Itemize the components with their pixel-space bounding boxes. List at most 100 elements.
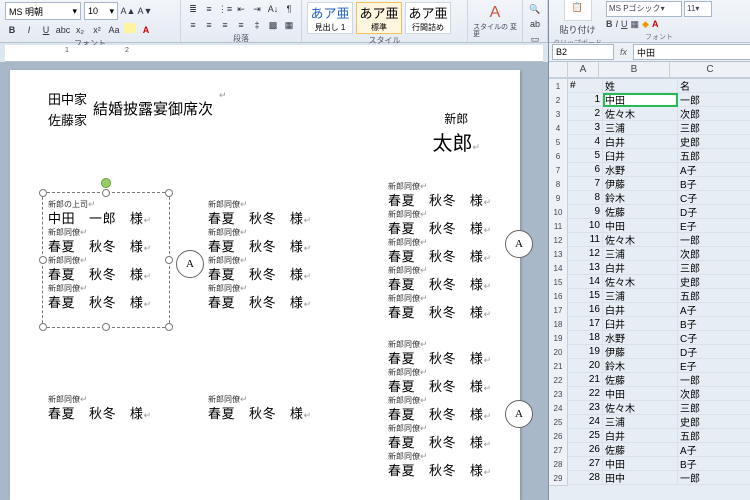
cell[interactable]: 三郎 bbox=[678, 261, 750, 275]
grow-font-icon[interactable]: A▲ bbox=[121, 4, 135, 18]
cell[interactable]: 伊藤 bbox=[603, 345, 678, 359]
cell[interactable]: 中田 bbox=[603, 93, 678, 107]
cell[interactable]: C子 bbox=[678, 191, 750, 205]
cell[interactable]: E子 bbox=[678, 219, 750, 233]
cell[interactable]: B子 bbox=[678, 457, 750, 471]
bold-button[interactable]: B bbox=[5, 23, 19, 37]
row-header[interactable]: 19 bbox=[549, 331, 568, 346]
cell[interactable]: 伊藤 bbox=[603, 177, 678, 191]
cell[interactable]: 次郎 bbox=[678, 387, 750, 401]
cell[interactable]: 18 bbox=[568, 331, 603, 345]
cell[interactable]: 12 bbox=[568, 247, 603, 261]
seating-table-3[interactable]: 新郎同僚↵春夏 秋冬 様↵新郎同僚↵春夏 秋冬 様↵新郎同僚↵春夏 秋冬 様↵新… bbox=[388, 182, 518, 322]
cell[interactable]: 7 bbox=[568, 177, 603, 191]
paste-button[interactable]: 📋 bbox=[564, 0, 592, 21]
cell[interactable]: 臼井 bbox=[603, 317, 678, 331]
underline-button[interactable]: U bbox=[39, 23, 53, 37]
row-header[interactable]: 5 bbox=[549, 135, 568, 150]
row-header[interactable]: 29 bbox=[549, 471, 568, 486]
indent-dec-icon[interactable]: ⇤ bbox=[234, 2, 248, 16]
style-heading1[interactable]: あア亜見出し 1 bbox=[307, 2, 353, 34]
cell[interactable]: 28 bbox=[568, 471, 603, 485]
row-header[interactable]: 3 bbox=[549, 107, 568, 122]
word-ruler[interactable]: 1 2 bbox=[5, 45, 543, 62]
cell[interactable]: 11 bbox=[568, 233, 603, 247]
excel-border-button[interactable]: ▦ bbox=[631, 19, 640, 30]
cell[interactable]: 鈴木 bbox=[603, 359, 678, 373]
row-header[interactable]: 11 bbox=[549, 219, 568, 234]
word-document[interactable]: 田中家 佐藤家 結婚披露宴御席次 ↵ 新郎 太郎↵ 新郎の上司↵中田 一郎 様↵… bbox=[10, 70, 520, 500]
col-header-c[interactable]: C bbox=[670, 62, 750, 78]
row-header[interactable]: 18 bbox=[549, 317, 568, 332]
row-header[interactable]: 2 bbox=[549, 93, 568, 108]
cell[interactable]: 白井 bbox=[603, 135, 678, 149]
cell[interactable]: 24 bbox=[568, 415, 603, 429]
cell[interactable]: 佐藤 bbox=[603, 205, 678, 219]
cell[interactable]: 三浦 bbox=[603, 247, 678, 261]
cell[interactable]: 10 bbox=[568, 219, 603, 233]
numbering-icon[interactable]: ≡ bbox=[202, 2, 216, 16]
line-spacing-icon[interactable]: ‡ bbox=[250, 18, 264, 32]
col-header-b[interactable]: B bbox=[599, 62, 670, 78]
cell[interactable]: 1 bbox=[568, 93, 603, 107]
cell[interactable]: 20 bbox=[568, 359, 603, 373]
row-header[interactable]: 16 bbox=[549, 289, 568, 304]
strike-button[interactable]: abc bbox=[56, 23, 70, 37]
cell[interactable]: 13 bbox=[568, 261, 603, 275]
cell[interactable]: A子 bbox=[678, 163, 750, 177]
cell[interactable]: 中田 bbox=[603, 387, 678, 401]
font-size-select[interactable]: 10▾ bbox=[84, 2, 118, 20]
cell[interactable]: 佐々木 bbox=[603, 233, 678, 247]
cell[interactable]: 26 bbox=[568, 443, 603, 457]
col-header-a[interactable]: A bbox=[568, 62, 599, 78]
name-box[interactable]: B2 bbox=[552, 44, 614, 60]
row-header[interactable]: 1 bbox=[549, 79, 568, 94]
find-icon[interactable]: 🔍 bbox=[528, 2, 542, 16]
word-page-area[interactable]: 田中家 佐藤家 結婚披露宴御席次 ↵ 新郎 太郎↵ 新郎の上司↵中田 一郎 様↵… bbox=[0, 62, 548, 500]
excel-underline-button[interactable]: U bbox=[621, 19, 628, 30]
cell[interactable]: 名 bbox=[678, 79, 750, 93]
cell[interactable]: 中田 bbox=[603, 457, 678, 471]
fx-icon[interactable]: fx bbox=[620, 47, 627, 57]
multilevel-icon[interactable]: ⋮≡ bbox=[218, 2, 232, 16]
cell[interactable]: 一郎 bbox=[678, 471, 750, 485]
cell[interactable]: C子 bbox=[678, 331, 750, 345]
row-header[interactable]: 27 bbox=[549, 443, 568, 458]
cell[interactable]: 14 bbox=[568, 275, 603, 289]
cell[interactable]: 白井 bbox=[603, 303, 678, 317]
cell[interactable]: A子 bbox=[678, 443, 750, 457]
row-header[interactable]: 9 bbox=[549, 191, 568, 206]
cell[interactable]: 五郎 bbox=[678, 289, 750, 303]
row-header[interactable]: 7 bbox=[549, 163, 568, 178]
row-header[interactable]: 15 bbox=[549, 275, 568, 290]
cell[interactable]: 6 bbox=[568, 163, 603, 177]
cell[interactable]: 一郎 bbox=[678, 93, 750, 107]
indent-inc-icon[interactable]: ⇥ bbox=[250, 2, 264, 16]
subscript-button[interactable]: x₂ bbox=[73, 23, 87, 37]
row-header[interactable]: 20 bbox=[549, 345, 568, 360]
seating-table-2[interactable]: 新郎同僚↵春夏 秋冬 様↵新郎同僚↵春夏 秋冬 様↵新郎同僚↵春夏 秋冬 様↵新… bbox=[208, 200, 338, 312]
cell[interactable]: 白井 bbox=[603, 261, 678, 275]
highlight-button[interactable] bbox=[124, 23, 136, 33]
row-header[interactable]: 4 bbox=[549, 121, 568, 136]
cell[interactable]: B子 bbox=[678, 317, 750, 331]
rotate-handle-icon[interactable] bbox=[101, 178, 111, 188]
italic-button[interactable]: I bbox=[22, 23, 36, 37]
seating-table-5[interactable]: 新郎同僚↵春夏 秋冬 様↵ bbox=[48, 395, 178, 423]
superscript-button[interactable]: x² bbox=[90, 23, 104, 37]
cell[interactable]: 史郎 bbox=[678, 275, 750, 289]
cell[interactable]: 16 bbox=[568, 303, 603, 317]
cell[interactable]: 8 bbox=[568, 191, 603, 205]
align-right-icon[interactable]: ≡ bbox=[218, 18, 232, 32]
cell[interactable]: D子 bbox=[678, 205, 750, 219]
replace-icon[interactable]: ab bbox=[528, 17, 542, 31]
cell[interactable]: 三郎 bbox=[678, 401, 750, 415]
row-header[interactable]: 24 bbox=[549, 401, 568, 416]
cell[interactable]: 4 bbox=[568, 135, 603, 149]
table-marker-a3[interactable]: A bbox=[505, 400, 533, 428]
cell[interactable]: D子 bbox=[678, 345, 750, 359]
showmarks-icon[interactable]: ¶ bbox=[282, 2, 296, 16]
excel-italic-button[interactable]: I bbox=[616, 19, 619, 30]
cell[interactable]: 22 bbox=[568, 387, 603, 401]
cell[interactable]: # bbox=[568, 79, 603, 93]
